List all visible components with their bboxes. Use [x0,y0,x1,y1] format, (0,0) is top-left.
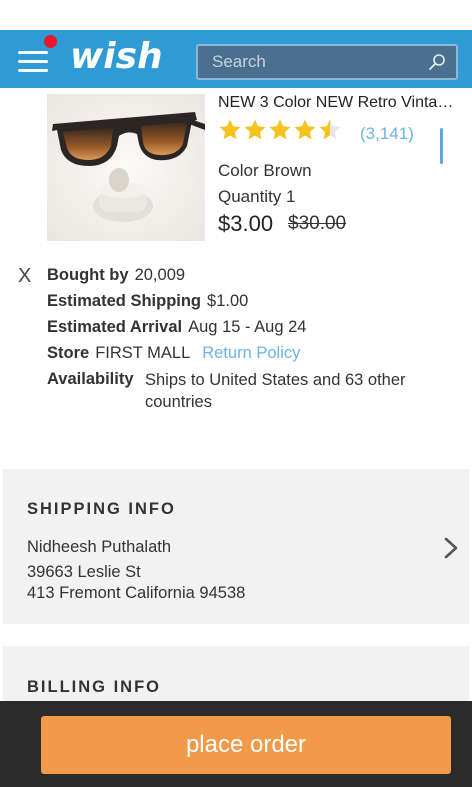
app-header: wish [0,30,472,88]
review-count-link[interactable]: (3,141) [360,124,414,144]
star-icon [244,119,266,140]
chevron-right-icon[interactable] [442,536,460,560]
menu-bar [18,69,48,72]
color-label: Color [218,161,259,180]
shipping-address-line2: 413 Fremont California 94538 [27,584,246,602]
bought-by-row: Bought by 20,009 [47,266,185,285]
star-icon [219,119,241,140]
scroll-indicator [440,128,443,164]
estimated-shipping-label: Estimated Shipping [47,292,202,310]
star-half-icon [319,119,341,140]
search-icon[interactable] [428,53,446,71]
quantity-label: Quantity [218,187,282,206]
availability-value: Ships to United States and 63 other coun… [145,371,406,411]
estimated-arrival-row: Estimated Arrival Aug 15 - Aug 24 [47,318,306,337]
estimated-shipping-value: $1.00 [207,292,249,310]
status-area [0,0,472,30]
original-price: $30.00 [288,213,347,234]
store-value: FIRST MALL [95,344,191,362]
sunglasses-image [47,94,205,241]
shipping-name: Nidheesh Puthalath [27,538,172,556]
close-icon[interactable]: X [18,265,31,288]
bought-by-label: Bought by [47,266,129,284]
bought-by-value: 20,009 [134,266,186,284]
notification-dot [44,35,57,48]
store-row: Store FIRST MALL Return Policy [47,344,300,363]
shipping-info-panel[interactable]: SHIPPING INFO Nidheesh Puthalath 39663 L… [3,469,469,624]
shipping-address-line1: 39663 Leslie St [27,563,141,581]
current-price: $3.00 [218,211,274,236]
shipping-info-title: SHIPPING INFO [27,500,176,518]
search-input[interactable] [198,46,418,78]
place-order-button[interactable]: place order [41,716,451,774]
star-icon [294,119,316,140]
quantity-row[interactable]: Quantity 1 [218,187,296,207]
estimated-arrival-value: Aug 15 - Aug 24 [188,318,307,336]
bottom-bar: place order [0,701,472,787]
product-title: NEW 3 Color NEW Retro Vintage Sunglasses [218,94,458,111]
return-policy-link[interactable]: Return Policy [202,344,300,362]
availability-row: Availability [47,370,140,389]
estimated-arrival-label: Estimated Arrival [47,318,183,336]
availability-label: Availability [47,370,134,388]
menu-bar [18,51,48,54]
estimated-shipping-row: Estimated Shipping $1.00 [47,292,248,311]
billing-info-title: BILLING INFO [27,678,161,696]
quantity-value[interactable]: 1 [286,187,295,206]
menu-icon[interactable] [18,44,50,74]
menu-bar [18,60,48,63]
rating-stars [218,118,343,146]
color-value: Brown [263,161,312,180]
star-icon [269,119,291,140]
store-label: Store [47,344,90,362]
billing-info-panel[interactable]: BILLING INFO [3,646,469,706]
product-image[interactable] [47,94,205,241]
color-row: Color Brown [218,161,312,181]
search-box[interactable] [196,44,458,80]
wish-logo[interactable]: wish [70,36,163,77]
